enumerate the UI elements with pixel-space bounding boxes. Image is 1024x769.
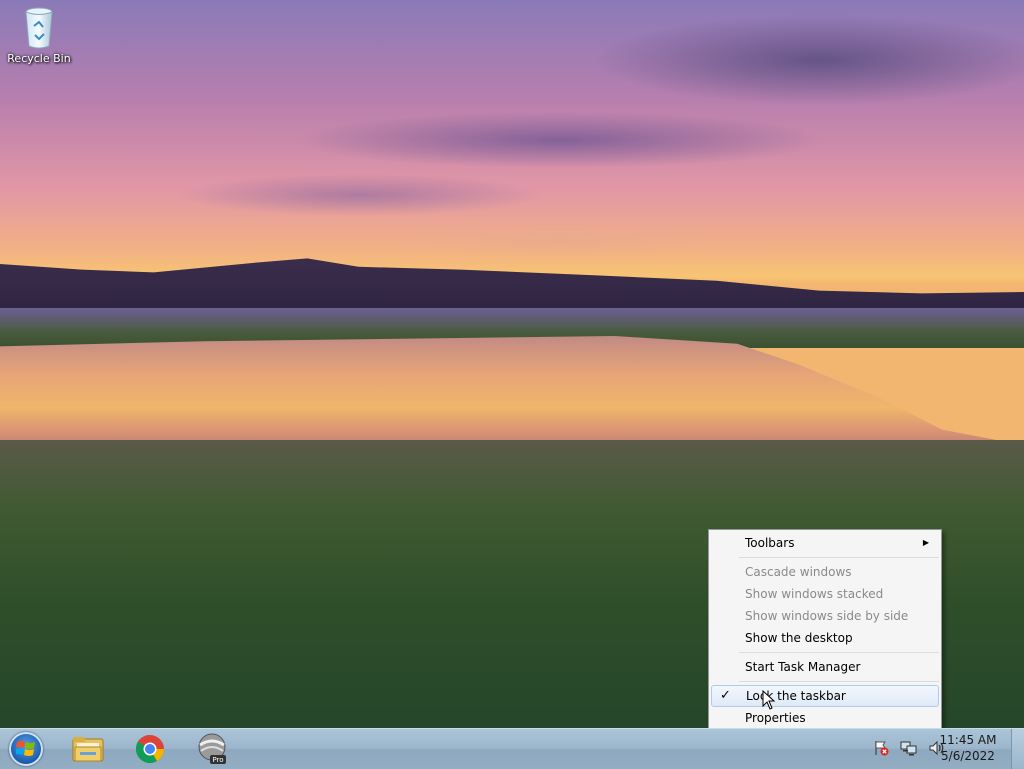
google-earth-pro-icon: Pro (198, 733, 226, 764)
menu-item-properties[interactable]: Properties (711, 707, 939, 729)
action-center-error-icon[interactable] (872, 739, 890, 757)
menu-item-label: Lock the taskbar (746, 689, 846, 703)
taskbar-google-earth-pro[interactable]: Pro (186, 731, 238, 767)
taskbar-clock[interactable]: 11:45 AM 5/6/2022 (936, 732, 1000, 764)
network-icon[interactable] (900, 739, 918, 757)
menu-item-show-windows-side-by-side[interactable]: Show windows side by side (711, 605, 939, 627)
desktop-icon-recycle-bin[interactable]: Recycle Bin (6, 6, 72, 65)
menu-item-toolbars[interactable]: Toolbars ▶ (711, 532, 939, 554)
menu-item-label: Show windows stacked (745, 587, 884, 601)
menu-item-label: Toolbars (745, 536, 795, 550)
taskbar-windows-explorer[interactable] (62, 731, 114, 767)
svg-text:Pro: Pro (212, 756, 223, 764)
system-tray (872, 739, 946, 757)
folder-icon (72, 737, 104, 762)
menu-item-show-the-desktop[interactable]: Show the desktop (711, 627, 939, 649)
menu-item-cascade-windows[interactable]: Cascade windows (711, 561, 939, 583)
menu-item-lock-the-taskbar[interactable]: ✓ Lock the taskbar (711, 685, 939, 707)
menu-separator (739, 557, 939, 558)
menu-separator (739, 652, 939, 653)
menu-item-label: Cascade windows (745, 565, 852, 579)
clock-time: 11:45 AM (939, 733, 997, 747)
chrome-icon (135, 734, 164, 763)
menu-item-label: Show the desktop (745, 631, 853, 645)
clock-date: 5/6/2022 (941, 749, 995, 763)
taskbar-google-chrome[interactable] (124, 731, 176, 767)
taskbar-context-menu: Toolbars ▶ Cascade windows Show windows … (708, 529, 942, 732)
menu-item-label: Show windows side by side (745, 609, 909, 623)
menu-item-label: Start Task Manager (745, 660, 861, 674)
mouse-cursor-icon (762, 690, 776, 710)
checkmark-icon: ✓ (720, 688, 731, 703)
taskbar[interactable]: Pro 11:45 AM 5/6/2022 (0, 728, 1024, 769)
menu-separator (739, 681, 939, 682)
windows-logo-icon (9, 732, 43, 766)
recycle-bin-icon (23, 6, 55, 50)
menu-item-start-task-manager[interactable]: Start Task Manager (711, 656, 939, 678)
menu-item-show-windows-stacked[interactable]: Show windows stacked (711, 583, 939, 605)
desktop-icon-label: Recycle Bin (7, 52, 71, 65)
menu-item-label: Properties (745, 711, 806, 725)
submenu-arrow-icon: ▶ (922, 538, 929, 547)
show-desktop-button[interactable] (1011, 729, 1024, 769)
start-button[interactable] (2, 731, 50, 767)
